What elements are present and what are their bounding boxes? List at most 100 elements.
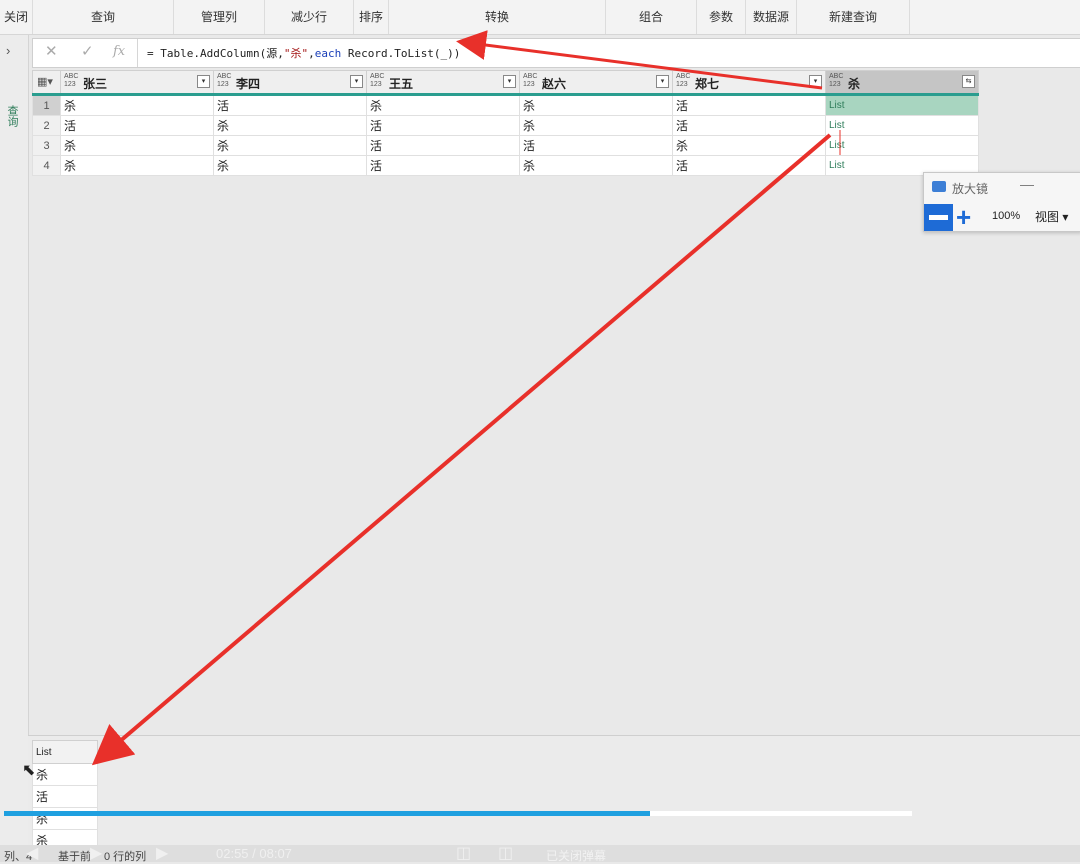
ribbon-query[interactable]: 查询 — [33, 0, 174, 34]
formula-separator — [137, 39, 138, 67]
table-cell[interactable]: 杀 — [213, 135, 367, 156]
ribbon-close[interactable]: 关闭 — [0, 0, 33, 34]
table-cell[interactable]: 活 — [60, 115, 214, 136]
ribbon-parameters[interactable]: 参数 — [697, 0, 746, 34]
formula-rest: Record.ToList(_)) — [341, 47, 461, 60]
confirm-icon[interactable]: ✓ — [81, 42, 94, 60]
column-header[interactable]: ABC 123 郑七 ▾ — [672, 70, 826, 96]
table-cell[interactable]: 活 — [672, 115, 826, 136]
table-cell[interactable]: 杀 — [519, 155, 673, 176]
list-cell[interactable]: List — [825, 94, 979, 116]
ribbon-manage-columns[interactable]: 管理列 — [174, 0, 265, 34]
video-progress-played[interactable] — [4, 811, 650, 816]
ribbon-sort[interactable]: 排序 — [354, 0, 389, 34]
table-row: 2 活 杀 活 杀 活 List — [32, 115, 979, 136]
filter-dropdown-icon[interactable]: ▾ — [350, 75, 363, 88]
column-header-label: 李四 — [236, 77, 261, 91]
formula-keyword: each — [314, 47, 342, 60]
row-number[interactable]: 4 — [32, 155, 61, 176]
list-item: 活 — [32, 785, 98, 808]
expand-chevron-icon[interactable]: › — [6, 43, 10, 58]
column-header[interactable]: ABC 123 张三 ▾ — [60, 70, 214, 96]
formula-prefix: = Table.AddColumn(源, — [147, 47, 284, 60]
table-cell[interactable]: 杀 — [60, 155, 214, 176]
queries-pane-collapsed: › 查询 — [0, 35, 29, 845]
table-cell[interactable]: 杀 — [60, 135, 214, 156]
play-icon[interactable]: ▶ — [90, 843, 102, 863]
row-number[interactable]: 2 — [32, 115, 61, 136]
expand-column-icon[interactable]: ⇆ — [962, 75, 975, 88]
table-cell[interactable]: 杀 — [519, 94, 673, 116]
type-any-icon: ABC 123 — [64, 73, 79, 88]
type-any-icon: ABC 123 — [676, 73, 691, 88]
fx-icon[interactable]: fx — [113, 44, 125, 59]
filter-dropdown-icon[interactable]: ▾ — [656, 75, 669, 88]
minimize-icon[interactable]: — — [1020, 176, 1034, 192]
list-cell[interactable]: List — [825, 135, 979, 156]
ribbon-data-source[interactable]: 数据源 — [746, 0, 797, 34]
table-cell[interactable]: 杀 — [366, 94, 520, 116]
danmu-icon[interactable]: ◫ — [456, 843, 471, 863]
magnifier-window: 放大镜 — + 100% 视图 ▾ — [923, 172, 1080, 232]
column-header-selected[interactable]: ABC 123 杀 ⇆ — [825, 70, 979, 96]
table-cell[interactable]: 活 — [366, 155, 520, 176]
formula-input[interactable]: = Table.AddColumn(源,"杀",each Record.ToLi… — [147, 45, 460, 61]
row-number[interactable]: 3 — [32, 135, 61, 156]
cancel-icon[interactable]: ✕ — [45, 42, 58, 60]
table-cell[interactable]: 杀 — [672, 135, 826, 156]
table-cell[interactable]: 活 — [519, 135, 673, 156]
danmu-status: 已关闭弹幕 — [546, 849, 607, 863]
filter-dropdown-icon[interactable]: ▾ — [503, 75, 516, 88]
ribbon-transform[interactable]: 转换 — [389, 0, 606, 34]
table-cell[interactable]: 活 — [366, 135, 520, 156]
preview-value[interactable]: 活 — [32, 785, 98, 808]
ribbon-reduce-rows[interactable]: 减少行 — [265, 0, 354, 34]
table-cell[interactable]: 活 — [213, 94, 367, 116]
zoom-level: 100% — [992, 210, 1021, 222]
table-icon: ▦▾ — [37, 76, 53, 88]
next-icon[interactable]: ▶ — [156, 843, 168, 863]
queries-pane-label[interactable]: 查询 — [6, 105, 20, 127]
danmu-settings-icon[interactable]: ◫ — [498, 843, 513, 863]
preview-header: List — [32, 740, 98, 764]
formula-string: "杀" — [283, 47, 309, 60]
filter-dropdown-icon[interactable]: ▾ — [809, 75, 822, 88]
arrow-to-preview — [91, 133, 832, 766]
table-cell[interactable]: 杀 — [213, 115, 367, 136]
table-cell[interactable]: 杀 — [213, 155, 367, 176]
value-preview-pane: List 杀 活 杀 杀 — [28, 735, 1080, 852]
filter-dropdown-icon[interactable]: ▾ — [197, 75, 210, 88]
row-number[interactable]: 1 — [32, 94, 61, 116]
column-header-label: 赵六 — [542, 77, 567, 91]
mouse-cursor-icon: ⬉ — [22, 762, 36, 779]
column-header[interactable]: ABC 123 赵六 ▾ — [519, 70, 673, 96]
data-grid: ▦▾ ABC 123 张三 ▾ ABC 123 李四 ▾ ABC 123 王五 ▾ ABC … — [32, 70, 979, 176]
column-header-label: 杀 — [848, 77, 861, 91]
column-header[interactable]: ABC 123 李四 ▾ — [213, 70, 367, 96]
column-header[interactable]: ABC 123 王五 ▾ — [366, 70, 520, 96]
table-cell[interactable]: 杀 — [519, 115, 673, 136]
ribbon-new-query[interactable]: 新建查询 — [797, 0, 910, 34]
table-cell[interactable]: 活 — [366, 115, 520, 136]
zoom-in-button[interactable]: + — [956, 203, 971, 231]
view-dropdown[interactable]: 视图 ▾ — [1035, 208, 1068, 225]
column-header-label: 郑七 — [695, 77, 720, 91]
list-cell[interactable]: List — [825, 115, 979, 136]
ribbon: 关闭 查询 管理列 减少行 排序 转换 组合 参数 数据源 新建查询 — [0, 0, 1080, 35]
table-cell[interactable]: 活 — [672, 94, 826, 116]
type-any-icon: ABC 123 — [217, 73, 232, 88]
list-item: 杀 — [32, 763, 98, 786]
table-row: 4 杀 杀 活 杀 活 List — [32, 155, 979, 176]
table-cell[interactable]: 活 — [672, 155, 826, 176]
formula-bar: ✕ ✓ fx = Table.AddColumn(源,"杀",each Reco… — [32, 38, 1080, 68]
prev-icon[interactable]: ◀ — [26, 843, 38, 863]
table-menu-button[interactable]: ▦▾ — [32, 70, 61, 96]
preview-value[interactable]: 杀 — [32, 763, 98, 786]
status-bar: 列、4 ◀ 基于前 ▶ 0 行的列 ▶ 02:55 / 08:07 ◫ ◫ 已关… — [0, 843, 1080, 863]
zoom-out-button[interactable] — [924, 204, 953, 231]
video-time: 02:55 / 08:07 — [216, 846, 292, 861]
preview-list-table: List 杀 活 杀 杀 — [32, 740, 98, 852]
video-progress-buffered[interactable] — [650, 811, 912, 816]
ribbon-combine[interactable]: 组合 — [606, 0, 697, 34]
table-cell[interactable]: 杀 — [60, 94, 214, 116]
